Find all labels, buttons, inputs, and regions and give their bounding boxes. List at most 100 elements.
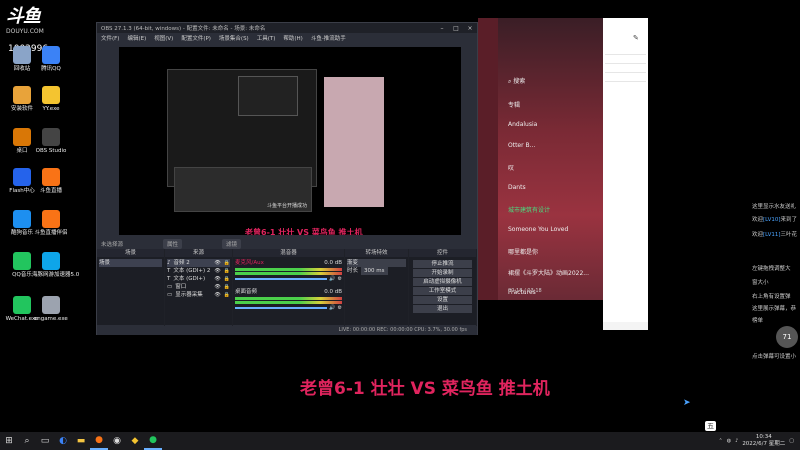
obs-menu-item[interactable]: 帮助(H) [283, 34, 302, 42]
mixer-channel: 麦克风/Aux 0.0 dB 🔊 ⚙ [235, 259, 342, 282]
chat-window: ✎ [603, 18, 648, 330]
scene-item-label: 场景 [99, 260, 111, 266]
song-item[interactable]: Andalusia [508, 121, 537, 128]
desktop-icon[interactable]: cngame.exe [32, 296, 70, 323]
obs-menu-item[interactable]: 编辑(E) [127, 34, 146, 42]
level-meter [235, 297, 342, 300]
volume-slider[interactable]: 🔊 ⚙ [235, 276, 342, 282]
control-button[interactable]: 工作室模式 [413, 287, 472, 295]
lock-icon[interactable]: 🔒 [224, 291, 230, 299]
song-item[interactable]: 城市建筑有设计 [508, 205, 550, 214]
lock-icon[interactable]: 🔒 [224, 259, 230, 267]
source-item[interactable]: T 文本 (GDI+) 👁 🔒 [167, 275, 230, 283]
task-view-icon[interactable]: ▭ [36, 432, 54, 450]
network-icon[interactable]: ◍ [727, 438, 731, 444]
search-icon[interactable]: ⌕ [18, 432, 36, 450]
obs-menu-item[interactable]: 配置文件(P) [181, 34, 211, 42]
visibility-icon[interactable]: 👁 [214, 259, 220, 267]
obs-menu-item[interactable]: 文件(F) [101, 34, 119, 42]
song-item[interactable]: Dants [508, 184, 526, 191]
control-button[interactable]: 设置 [413, 296, 472, 304]
mixer-channel-header: 麦克风/Aux 0.0 dB [235, 259, 342, 267]
source-item[interactable]: T 文本 (GDI+) 2 👁 🔒 [167, 267, 230, 275]
desktop-icon-label: 斗鱼直播伴侣 [34, 230, 68, 236]
transition-select[interactable]: 渐变 [347, 259, 406, 267]
control-button[interactable]: 启动虚拟摄像机 [413, 278, 472, 286]
music-search[interactable]: ⌕ 搜索 [508, 76, 525, 86]
edge-icon[interactable]: ◐ [54, 432, 72, 450]
app-icon [13, 210, 31, 228]
control-button[interactable]: 退出 [413, 305, 472, 313]
pin-icon[interactable]: ✎ [633, 34, 639, 42]
obs-menu-item[interactable]: 工具(T) [257, 34, 276, 42]
yy-app-icon[interactable]: ◆ [126, 432, 144, 450]
notification-icon[interactable]: ▢ [789, 438, 794, 444]
desktop-icon[interactable]: OBS Studio [32, 128, 70, 155]
lock-icon[interactable]: 🔒 [224, 267, 230, 275]
app-icon [13, 128, 31, 146]
control-button[interactable]: 开始录制 [413, 269, 472, 277]
music-app-icon[interactable]: ● [144, 432, 162, 450]
visibility-icon[interactable]: 👁 [214, 275, 220, 283]
obs-titlebar[interactable]: OBS 27.1.3 (64-bit, windows) - 配置文件: 未命名… [97, 23, 477, 33]
ime-indicator[interactable]: 五 [705, 421, 716, 431]
obs-menu-item[interactable]: 场景集合(S) [219, 34, 249, 42]
duration-input[interactable]: 300 ms [361, 267, 388, 275]
danmaku-tail: 来到了 [780, 217, 798, 223]
chat-divider [605, 63, 646, 64]
scene-item[interactable]: 场景 [99, 259, 162, 267]
desktop-icon[interactable]: 斗鱼直播 [32, 168, 70, 195]
folder-icon[interactable]: ▬ [72, 432, 90, 450]
visibility-icon[interactable]: 👁 [214, 291, 220, 299]
viewer-badge[interactable]: 71 [776, 326, 798, 348]
clock[interactable]: 10:34 2022/6/7 星期二 [742, 434, 785, 448]
properties-button[interactable]: 属性 [163, 239, 183, 249]
music-sidebar [478, 18, 498, 300]
scenes-dock: 场景 场景 + – ⌃ ⌄ [97, 249, 165, 335]
source-item[interactable]: ▭ 显示器采集 👁 🔒 [167, 291, 230, 299]
desktop-icon[interactable]: 腾讯QQ [32, 46, 70, 73]
song-item[interactable]: Otter B... [508, 142, 535, 149]
gear-icon[interactable]: ⚙ [338, 276, 342, 282]
danmaku-line: 欢迎[LV11]三叶花 [752, 230, 797, 238]
speaker-icon[interactable]: 🔊 [329, 305, 335, 311]
lock-icon[interactable]: 🔒 [224, 283, 230, 291]
transitions-dock-title: 转场特效 [345, 249, 408, 257]
control-button[interactable]: 停止推流 [413, 260, 472, 268]
song-item[interactable]: Someone You Loved [508, 226, 568, 233]
visibility-icon[interactable]: 👁 [214, 283, 220, 291]
duration-label: 时长 [347, 268, 359, 274]
source-type-icon: ▭ [167, 284, 173, 290]
volume-slider[interactable]: 🔊 ⚙ [235, 305, 342, 311]
speaker-icon[interactable]: 🔊 [329, 276, 335, 282]
desktop-icon[interactable]: 斗鱼直播伴侣 [32, 210, 70, 237]
start-icon[interactable]: ⊞ [0, 432, 18, 450]
gear-icon[interactable]: ⚙ [338, 305, 342, 311]
app-icon [42, 46, 60, 64]
desktop-icon[interactable]: 海豚网游加速器5.0 [32, 252, 79, 279]
obs-menu-item[interactable]: 视图(V) [154, 34, 173, 42]
desktop-icon[interactable]: YY.exe [32, 86, 70, 113]
song-item[interactable]: 裙摆《斗罗大陆》动画2022... [508, 268, 589, 277]
danmaku-text: 这里显示水友送礼 [752, 204, 797, 210]
visibility-icon[interactable]: 👁 [214, 267, 220, 275]
volume-icon[interactable]: ♪ [735, 438, 738, 444]
minimize-icon[interactable]: – [435, 25, 449, 32]
song-item[interactable]: 叹 [508, 163, 514, 172]
source-item[interactable]: ♪ 音频 2 👁 🔒 [167, 259, 230, 267]
desktop: 斗鱼 DOUYU.COM 1002996 回收站腾讯QQ安装软件YY.exe桌口… [0, 0, 800, 432]
obs-preview[interactable]: 斗鱼平台开播成功 老曾6-1 壮壮 VS 菜鸟鱼 推土机 [119, 47, 461, 235]
obs-menu-item[interactable]: 斗鱼-推流助手 [311, 34, 346, 42]
douyu-app-icon[interactable]: ● [90, 432, 108, 450]
source-item[interactable]: ▭ 窗口 👁 🔒 [167, 283, 230, 291]
maximize-icon[interactable]: □ [449, 25, 463, 32]
app-icon [42, 128, 60, 146]
filters-button[interactable]: 滤镜 [222, 239, 242, 249]
song-item[interactable]: 哪里都是你 [508, 247, 538, 256]
close-icon[interactable]: × [463, 25, 477, 32]
lock-icon[interactable]: 🔒 [224, 275, 230, 283]
danmaku-text: 欢迎 [752, 232, 764, 238]
tray-expand-icon[interactable]: ⌃ [719, 438, 723, 444]
song-item[interactable]: 专辑 [508, 100, 520, 109]
obs-app-icon[interactable]: ◉ [108, 432, 126, 450]
